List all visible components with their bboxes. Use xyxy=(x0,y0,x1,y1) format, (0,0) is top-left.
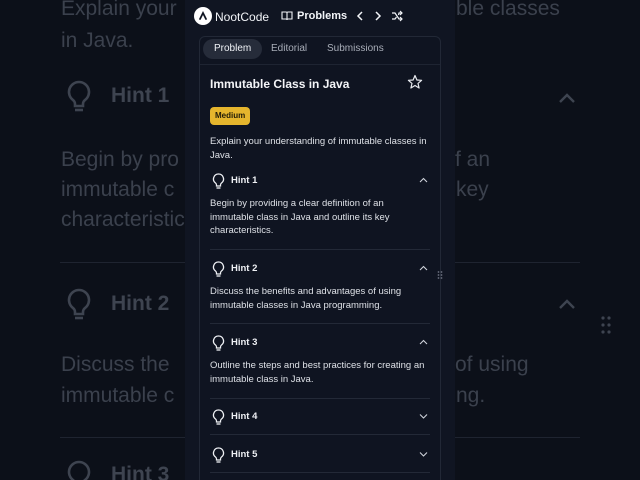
bg-hint-label: Hint 3 xyxy=(111,463,170,480)
tab-submissions[interactable]: Submissions xyxy=(327,39,384,59)
book-icon[interactable] xyxy=(281,10,293,22)
bg-text: characteristic xyxy=(61,208,185,231)
bg-text: Begin by pro xyxy=(61,148,179,171)
hint-toggle[interactable]: Hint 2 xyxy=(231,263,257,274)
lightbulb-icon xyxy=(212,409,225,425)
shuffle-icon[interactable] xyxy=(390,9,404,23)
lightbulb-icon xyxy=(212,173,225,189)
brand-name[interactable]: NootCode xyxy=(215,10,269,24)
divider xyxy=(200,64,440,65)
hint-text: Outline the steps and best practices for… xyxy=(210,360,425,385)
chevron-down-icon[interactable] xyxy=(419,451,428,457)
app-panel: NootCode Problems Problem Editorial Subm… xyxy=(185,0,455,480)
bg-text: Explain your xyxy=(61,0,177,20)
top-bar: NootCode Problems xyxy=(185,0,455,34)
problem-title: Immutable Class in Java xyxy=(210,77,350,91)
hint-text: Begin by providing a clear definition of… xyxy=(210,198,390,236)
tab-problem[interactable]: Problem xyxy=(203,39,263,59)
problem-description: Explain your understanding of immutable … xyxy=(210,136,427,161)
hint-text: Discuss the benefits and advantages of u… xyxy=(210,286,402,311)
bg-text: of using xyxy=(455,353,529,376)
bg-text: ng. xyxy=(456,384,486,407)
bg-text: immutable c xyxy=(61,178,175,201)
bg-text: in Java. xyxy=(61,29,134,52)
divider xyxy=(210,472,430,473)
tab-editorial[interactable]: Editorial xyxy=(271,39,307,59)
hint-toggle[interactable]: Hint 4 xyxy=(231,411,257,422)
chevron-up-icon[interactable] xyxy=(419,265,428,271)
bg-text: Discuss the xyxy=(61,353,170,376)
lightbulb-icon xyxy=(67,80,91,112)
lightbulb-icon xyxy=(212,447,225,463)
bg-hint-label: Hint 1 xyxy=(111,84,170,107)
chevron-up-icon xyxy=(559,93,575,103)
lightbulb-icon xyxy=(212,335,225,351)
bg-text: immutable c xyxy=(61,384,175,407)
logo-icon xyxy=(199,10,207,20)
difficulty-badge: Medium xyxy=(210,107,251,125)
chevron-up-icon[interactable] xyxy=(419,177,428,183)
divider xyxy=(210,434,430,435)
nootcode-logo[interactable] xyxy=(194,7,212,25)
bg-hint-label: Hint 2 xyxy=(111,292,170,315)
hint-toggle[interactable]: Hint 3 xyxy=(231,337,257,348)
drag-handle-icon xyxy=(601,316,611,334)
divider xyxy=(210,398,430,399)
resize-handle-icon[interactable] xyxy=(437,270,443,280)
divider xyxy=(210,323,430,324)
hint-toggle[interactable]: Hint 1 xyxy=(231,175,257,186)
hint-toggle[interactable]: Hint 5 xyxy=(231,449,257,460)
star-icon[interactable] xyxy=(407,74,423,90)
divider xyxy=(210,249,430,250)
chevron-up-icon xyxy=(559,299,575,309)
problem-card: Problem Editorial Submissions Immutable … xyxy=(199,36,441,480)
chevron-left-icon[interactable] xyxy=(353,9,367,23)
lightbulb-icon xyxy=(67,460,91,480)
problems-link[interactable]: Problems xyxy=(297,10,347,22)
lightbulb-icon xyxy=(67,288,91,320)
bg-text: f an xyxy=(455,148,491,171)
chevron-up-icon[interactable] xyxy=(419,339,428,345)
chevron-right-icon[interactable] xyxy=(371,9,385,23)
bg-text: ble classes xyxy=(456,0,560,20)
lightbulb-icon xyxy=(212,261,225,277)
chevron-down-icon[interactable] xyxy=(419,413,428,419)
bg-text: key xyxy=(456,178,489,201)
